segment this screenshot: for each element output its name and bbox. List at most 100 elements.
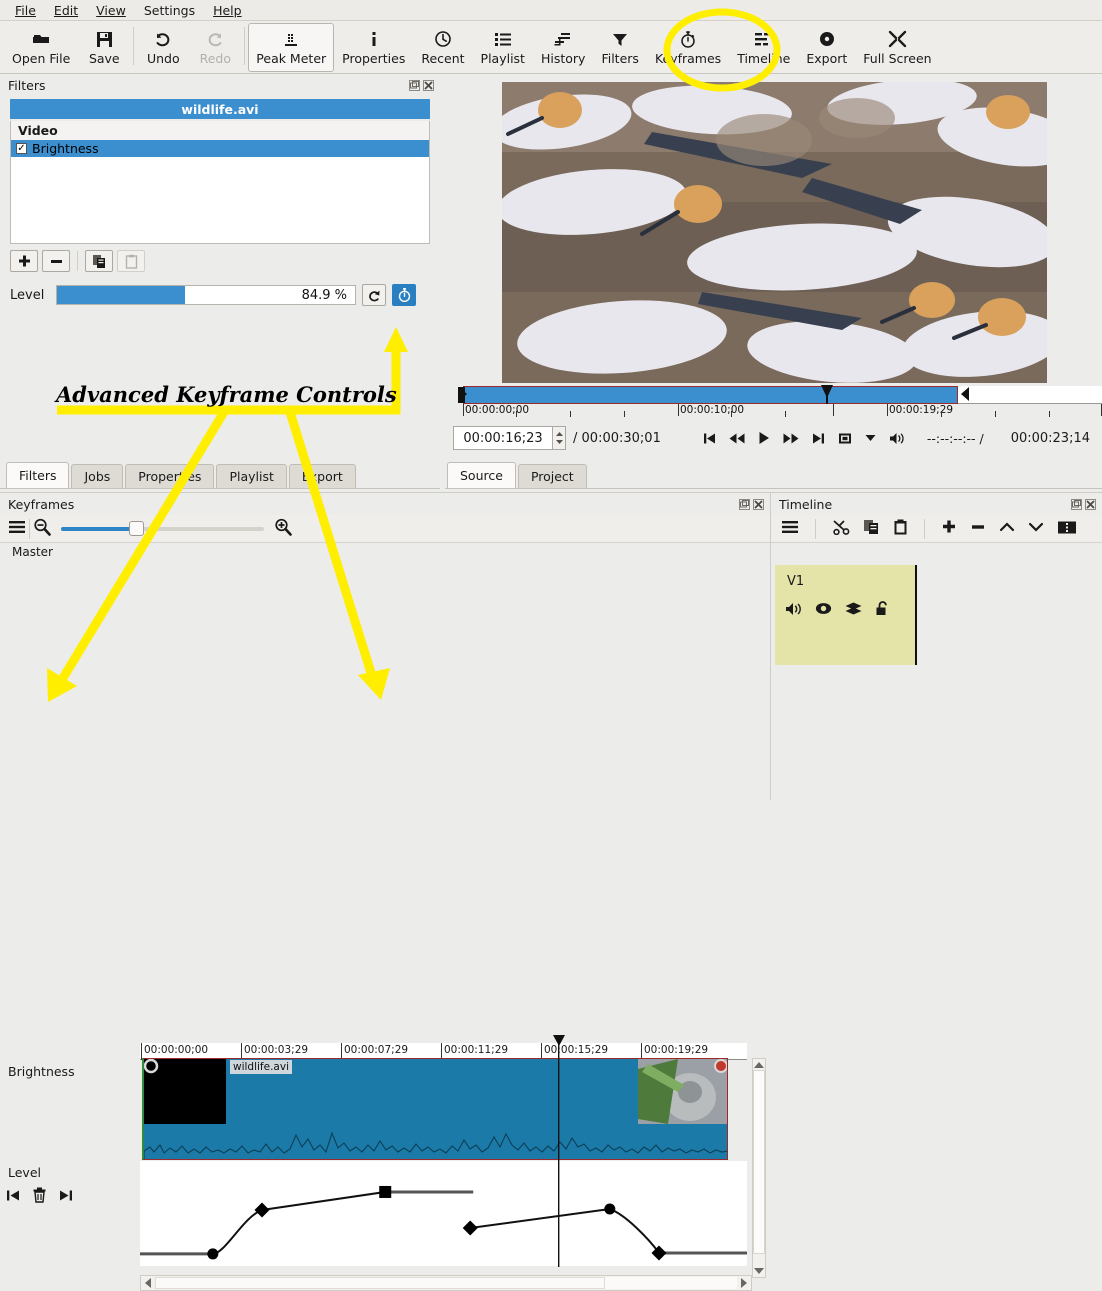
toolbar-playlist-button[interactable]: Playlist bbox=[473, 23, 533, 72]
track-blend-icon[interactable] bbox=[845, 602, 862, 619]
curve-segment-linear-2[interactable] bbox=[470, 1209, 610, 1228]
vertical-scroll-thumb[interactable] bbox=[753, 1070, 765, 1254]
zoom-in-icon[interactable] bbox=[274, 518, 292, 539]
toolbar-keyframes-button[interactable]: Keyframes bbox=[647, 23, 729, 72]
video-preview[interactable] bbox=[502, 82, 1047, 383]
menu-edit[interactable]: Edit bbox=[45, 1, 87, 20]
position-timecode-field[interactable]: 00:00:16;23 bbox=[453, 426, 553, 450]
keyframes-vertical-scrollbar[interactable] bbox=[752, 1058, 766, 1278]
seek-next-keyframe-button[interactable] bbox=[59, 1189, 73, 1205]
toolbar-properties-button[interactable]: Properties bbox=[334, 23, 413, 72]
float-panel-icon[interactable] bbox=[1071, 499, 1082, 510]
lift-button[interactable] bbox=[999, 521, 1015, 536]
track-lock-icon[interactable] bbox=[875, 601, 890, 619]
toolbar-peak-meter-button[interactable]: Peak Meter bbox=[248, 23, 334, 72]
timeline-menu-button[interactable] bbox=[781, 520, 799, 537]
float-panel-icon[interactable] bbox=[409, 80, 420, 91]
keyframes-curve-editor[interactable] bbox=[140, 1161, 747, 1266]
copy-button[interactable] bbox=[863, 519, 880, 538]
main-toolbar: Open File Save Undo Redo Peak Meter Prop… bbox=[0, 21, 1102, 74]
player-scrub-area[interactable]: 00:00:00;00 00:00:10;00 00:00:19;29 bbox=[453, 384, 1093, 420]
position-spinner[interactable] bbox=[553, 426, 566, 450]
zoom-out-icon[interactable] bbox=[33, 518, 51, 539]
toolbar-open-file-button[interactable]: Open File bbox=[4, 23, 78, 72]
rewind-button[interactable] bbox=[729, 432, 745, 445]
toolbar-full-screen-button[interactable]: Full Screen bbox=[855, 23, 939, 72]
menu-settings[interactable]: Settings bbox=[135, 1, 204, 20]
keyframe-marker-discrete-2[interactable] bbox=[379, 1186, 391, 1198]
curve-segment-linear-1[interactable] bbox=[262, 1192, 385, 1210]
zoom-slider-knob[interactable] bbox=[129, 521, 144, 536]
keyframe-marker-smooth-0[interactable] bbox=[207, 1248, 218, 1259]
save-icon bbox=[96, 28, 113, 50]
tab-export[interactable]: Export bbox=[289, 464, 356, 488]
fade-in-handle[interactable] bbox=[145, 1060, 157, 1072]
curve-segment-ease-out[interactable] bbox=[610, 1209, 659, 1253]
keyframes-clip[interactable]: wildlife.avi bbox=[142, 1058, 728, 1160]
toolbar-save-button[interactable]: Save bbox=[78, 23, 130, 72]
toolbar-filters-button[interactable]: Filters bbox=[593, 23, 646, 72]
remove-filter-button[interactable] bbox=[42, 250, 70, 272]
curve-segment-ease-in[interactable] bbox=[213, 1210, 262, 1254]
close-panel-icon[interactable] bbox=[1085, 499, 1096, 510]
filters-list[interactable]: Video ✓ Brightness bbox=[10, 121, 430, 244]
add-filter-button[interactable] bbox=[10, 250, 38, 272]
tab-jobs[interactable]: Jobs bbox=[71, 464, 123, 488]
keyframe-marker-linear-5[interactable] bbox=[651, 1245, 666, 1260]
menu-help[interactable]: Help bbox=[204, 1, 251, 20]
scroll-down-arrow-icon[interactable] bbox=[753, 1266, 765, 1276]
toolbar-export-button[interactable]: Export bbox=[798, 23, 855, 72]
keyframe-marker-linear-1[interactable] bbox=[255, 1203, 270, 1218]
overwrite-button[interactable] bbox=[1028, 521, 1044, 536]
fast-forward-button[interactable] bbox=[783, 432, 799, 445]
level-keyframes-button[interactable] bbox=[392, 284, 416, 306]
horizontal-scroll-trough[interactable] bbox=[155, 1277, 737, 1289]
close-panel-icon[interactable] bbox=[423, 80, 434, 91]
close-panel-icon[interactable] bbox=[753, 499, 764, 510]
volume-button[interactable] bbox=[889, 432, 905, 445]
toolbar-recent-button[interactable]: Recent bbox=[413, 23, 472, 72]
tab-playlist[interactable]: Playlist bbox=[216, 464, 286, 488]
track-mute-icon[interactable] bbox=[785, 602, 802, 619]
tab-project[interactable]: Project bbox=[518, 464, 587, 488]
level-reset-button[interactable] bbox=[362, 284, 386, 306]
tab-filters[interactable]: Filters bbox=[6, 462, 69, 488]
play-button[interactable] bbox=[758, 431, 770, 445]
tab-source[interactable]: Source bbox=[447, 462, 516, 488]
keyframe-marker-linear-3[interactable] bbox=[463, 1220, 478, 1235]
filter-enable-checkbox[interactable]: ✓ bbox=[16, 143, 27, 154]
menu-file[interactable]: File bbox=[6, 1, 45, 20]
split-button[interactable] bbox=[1057, 520, 1077, 538]
filter-list-item-brightness[interactable]: ✓ Brightness bbox=[11, 140, 429, 157]
toolbar-timeline-button[interactable]: Timeline bbox=[729, 23, 798, 72]
keyframes-horizontal-scrollbar[interactable] bbox=[140, 1275, 752, 1291]
track-hide-icon[interactable] bbox=[815, 602, 832, 618]
keyframe-marker-smooth-4[interactable] bbox=[604, 1203, 615, 1214]
toolbar-filters-label: Filters bbox=[601, 52, 638, 66]
copy-filters-button[interactable] bbox=[85, 250, 113, 272]
skip-to-start-button[interactable] bbox=[703, 432, 716, 445]
paste-button[interactable] bbox=[893, 519, 908, 538]
menu-view[interactable]: View bbox=[87, 1, 135, 20]
cut-button[interactable] bbox=[832, 519, 850, 538]
skip-to-end-button[interactable] bbox=[812, 432, 825, 445]
scroll-right-arrow-icon[interactable] bbox=[739, 1277, 749, 1289]
delete-keyframe-button[interactable] bbox=[32, 1187, 47, 1206]
float-panel-icon[interactable] bbox=[739, 499, 750, 510]
keyframes-menu-button[interactable] bbox=[8, 520, 26, 537]
fade-out-handle[interactable] bbox=[715, 1060, 727, 1072]
ripple-delete-button[interactable] bbox=[970, 519, 986, 538]
toolbar-undo-button[interactable]: Undo bbox=[137, 23, 189, 72]
scroll-up-arrow-icon[interactable] bbox=[753, 1060, 765, 1070]
scroll-left-arrow-icon[interactable] bbox=[143, 1277, 153, 1289]
toolbar-history-button[interactable]: History bbox=[533, 23, 593, 72]
append-button[interactable] bbox=[941, 519, 957, 538]
timeline-track-head-v1[interactable]: V1 bbox=[775, 565, 917, 665]
horizontal-scroll-thumb[interactable] bbox=[155, 1277, 605, 1289]
grab-frame-button[interactable] bbox=[838, 432, 852, 445]
keyframes-zoom-slider[interactable] bbox=[61, 522, 264, 536]
seek-previous-keyframe-button[interactable] bbox=[6, 1189, 20, 1205]
tab-properties[interactable]: Properties bbox=[125, 464, 214, 488]
chevron-down-icon[interactable] bbox=[865, 434, 876, 442]
level-slider[interactable]: 84.9 % bbox=[56, 285, 356, 305]
